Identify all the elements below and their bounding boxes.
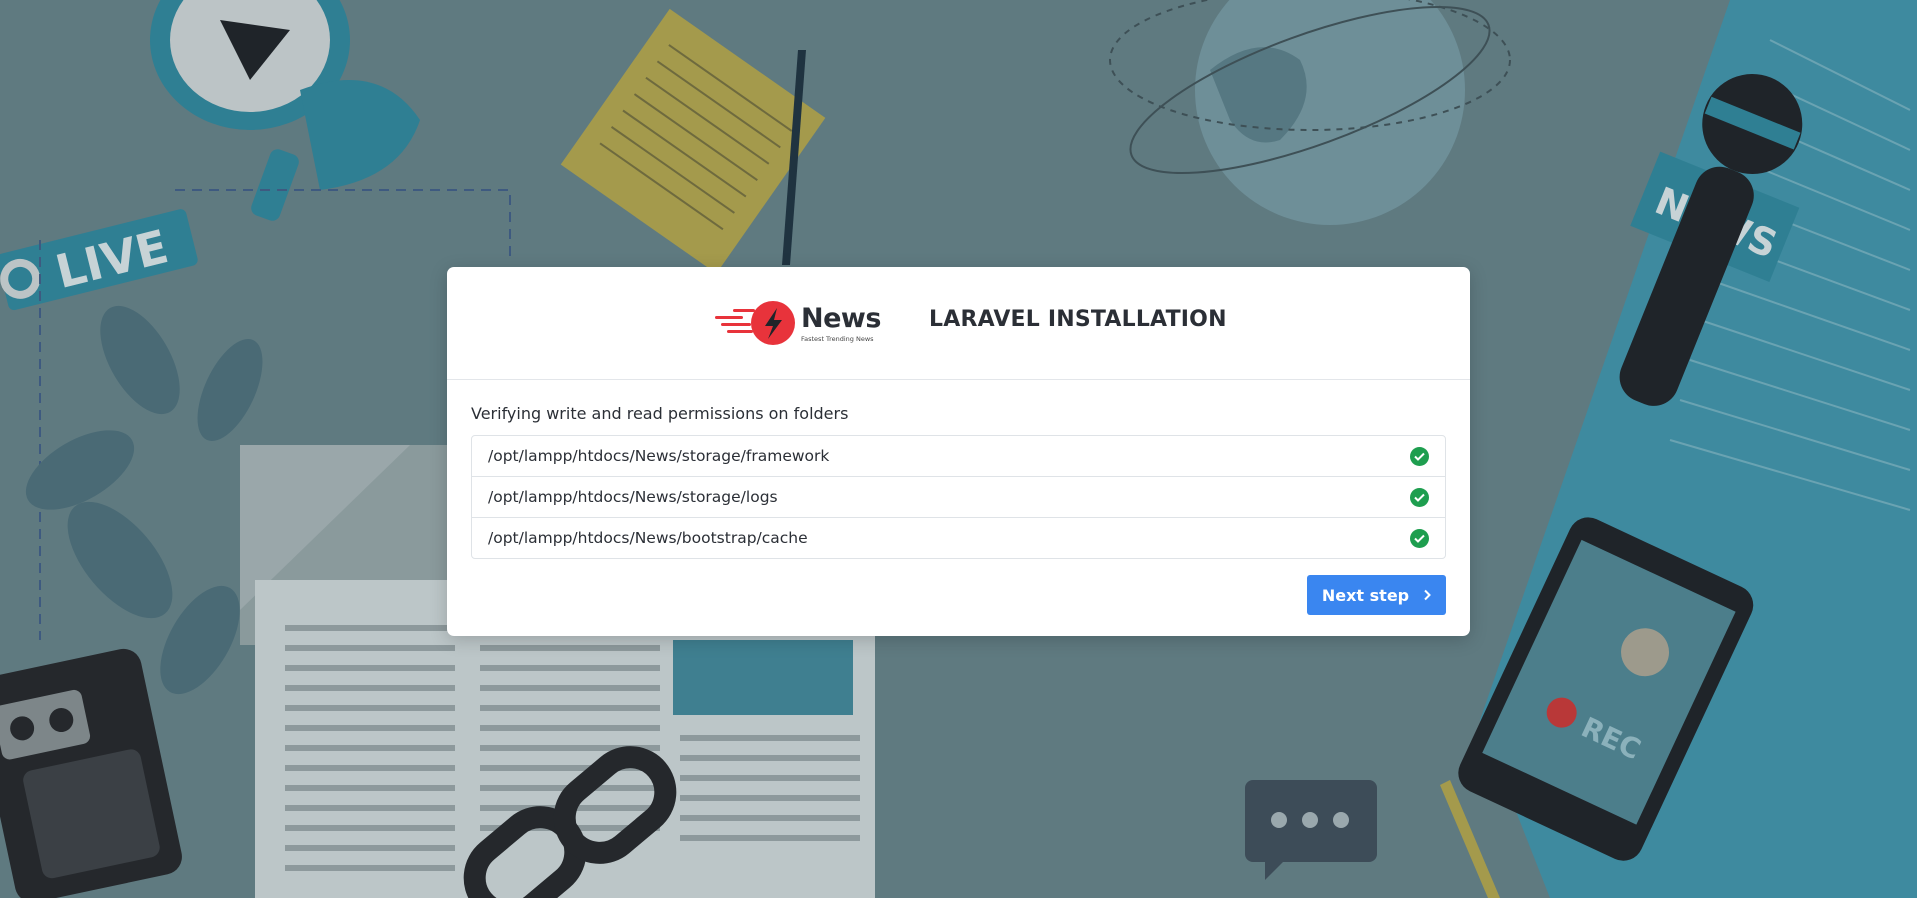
card-header: News Fastest Trending News LARAVEL INSTA… — [447, 267, 1470, 380]
installer-card: News Fastest Trending News LARAVEL INSTA… — [447, 267, 1470, 636]
globe-illustration — [1109, 0, 1511, 225]
list-item: /opt/lampp/htdocs/News/bootstrap/cache — [472, 517, 1445, 558]
lightning-bolt-icon — [715, 301, 795, 345]
chat-bubble-illustration — [1245, 780, 1377, 880]
svg-text:LIVE: LIVE — [50, 219, 173, 299]
card-body: Verifying write and read permissions on … — [447, 380, 1470, 615]
folder-permission-list: /opt/lampp/htdocs/News/storage/framework… — [471, 435, 1446, 559]
list-item: /opt/lampp/htdocs/News/storage/framework — [472, 436, 1445, 476]
chevron-right-icon — [1424, 589, 1432, 601]
next-step-label: Next step — [1321, 585, 1410, 605]
live-badge: LIVE — [0, 209, 198, 311]
folder-path: /opt/lampp/htdocs/News/storage/logs — [488, 488, 778, 506]
list-item: /opt/lampp/htdocs/News/storage/logs — [472, 476, 1445, 517]
radio-illustration — [0, 648, 182, 898]
plant-illustration — [25, 305, 263, 695]
check-circle-icon — [1410, 446, 1429, 466]
folder-path: /opt/lampp/htdocs/News/storage/framework — [488, 447, 830, 465]
brand-logo: News Fastest Trending News — [715, 300, 881, 346]
folder-path: /opt/lampp/htdocs/News/bootstrap/cache — [488, 529, 808, 547]
permissions-intro: Verifying write and read permissions on … — [471, 404, 849, 423]
brand-name: News — [801, 303, 881, 334]
check-circle-icon — [1410, 487, 1429, 507]
card-footer: Next step — [471, 575, 1446, 615]
check-circle-icon — [1410, 528, 1429, 548]
page-title: LARAVEL INSTALLATION — [929, 307, 1227, 332]
brand-tagline: Fastest Trending News — [801, 335, 874, 343]
next-step-button[interactable]: Next step — [1307, 575, 1446, 615]
